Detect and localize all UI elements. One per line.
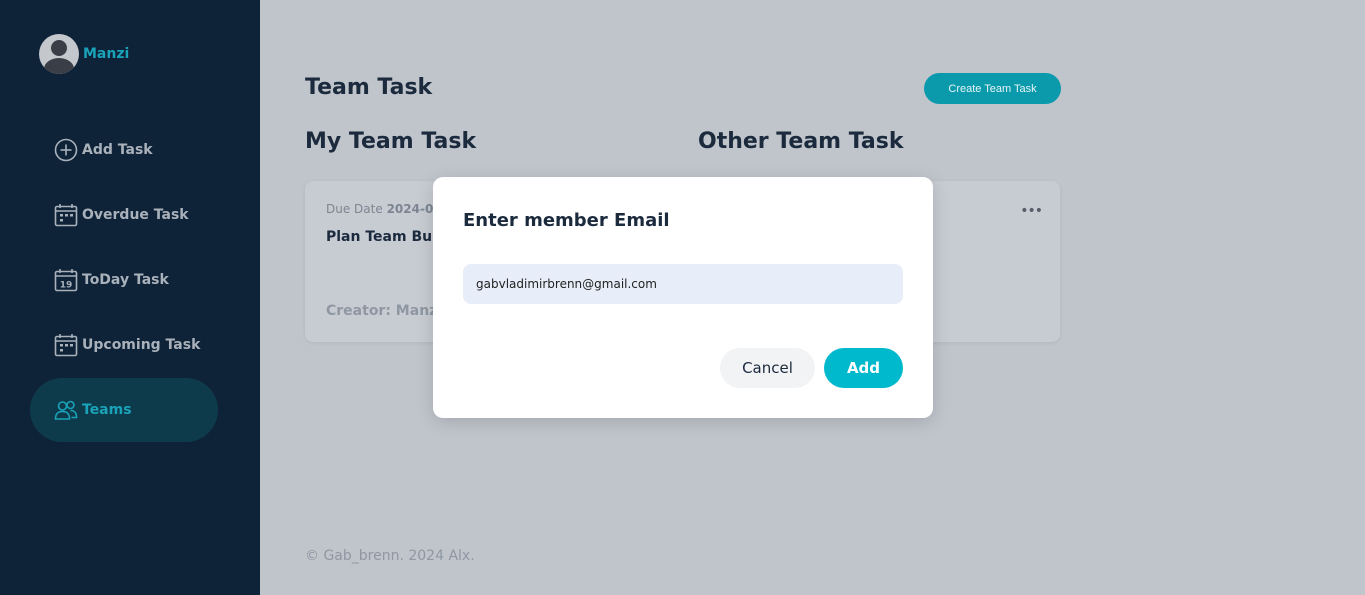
dialog-title: Enter member Email	[463, 210, 670, 231]
cancel-button[interactable]: Cancel	[720, 348, 815, 388]
member-email-input[interactable]	[463, 264, 903, 304]
add-button[interactable]: Add	[824, 348, 903, 388]
add-member-dialog: Enter member Email Cancel Add	[433, 177, 933, 418]
